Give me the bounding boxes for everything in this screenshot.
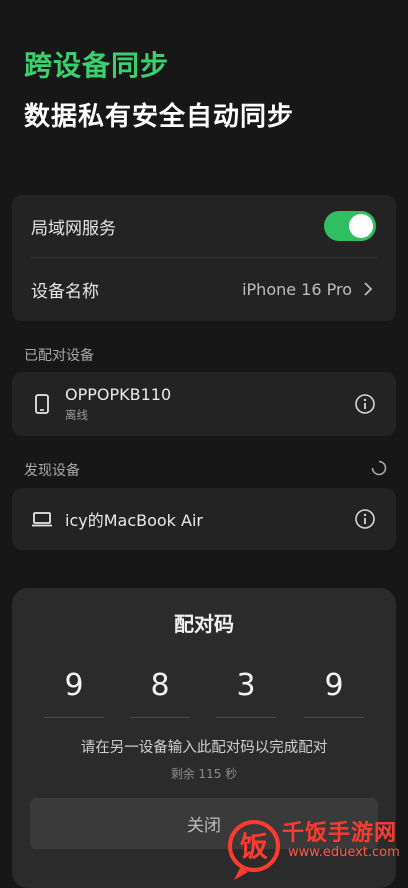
page-subtitle: 数据私有安全自动同步 <box>24 102 295 132</box>
paired-device-card: OPPOPKB110 离线 <box>12 372 396 436</box>
discovered-section-label: 发现设备 <box>24 463 80 479</box>
toggle-knob <box>349 214 373 238</box>
paired-device-row[interactable]: OPPOPKB110 离线 <box>12 373 396 435</box>
info-icon[interactable] <box>354 508 376 530</box>
digit-underline <box>216 717 276 718</box>
watermark-name: 千饭手游网 <box>282 821 398 846</box>
lan-service-label: 局域网服务 <box>31 218 116 239</box>
laptop-icon <box>32 512 52 527</box>
pairing-hint: 请在另一设备输入此配对码以完成配对 <box>80 740 328 756</box>
watermark-logo-char: 饭 <box>240 830 268 863</box>
digit-underline <box>44 717 104 718</box>
digit-underline <box>130 717 190 718</box>
paired-device-status: 离线 <box>65 408 88 422</box>
discovered-device-row[interactable]: icy的MacBook Air <box>12 488 396 550</box>
pairing-digit: 9 <box>324 668 344 703</box>
page-title: 跨设备同步 <box>24 49 170 82</box>
pairing-digit: 8 <box>150 668 170 703</box>
digit-underline <box>304 717 364 718</box>
device-name-row[interactable]: 设备名称 iPhone 16 Pro <box>12 258 396 320</box>
settings-card: 局域网服务 设备名称 iPhone 16 Pro <box>12 195 396 321</box>
device-name-label: 设备名称 <box>31 281 99 302</box>
device-name-value: iPhone 16 Pro <box>242 279 352 299</box>
pairing-digit: 9 <box>64 668 84 703</box>
discovered-device-name: icy的MacBook Air <box>65 511 203 530</box>
chevron-right-icon <box>364 282 373 296</box>
pairing-code-title: 配对码 <box>174 612 234 636</box>
watermark-url: www.eduext.com <box>288 845 400 860</box>
paired-device-text: OPPOPKB110 离线 <box>65 385 354 423</box>
info-icon[interactable] <box>354 393 376 415</box>
lan-service-row: 局域网服务 <box>12 195 396 257</box>
countdown-text: 剩余 115 秒 <box>170 767 238 781</box>
phone-icon <box>35 394 49 414</box>
pairing-digit: 3 <box>236 668 256 703</box>
discovered-device-card: icy的MacBook Air <box>12 488 396 550</box>
paired-section-label: 已配对设备 <box>24 348 94 364</box>
paired-device-name: OPPOPKB110 <box>65 385 172 404</box>
lan-service-toggle[interactable] <box>324 211 376 241</box>
loading-spinner-icon <box>371 460 387 476</box>
